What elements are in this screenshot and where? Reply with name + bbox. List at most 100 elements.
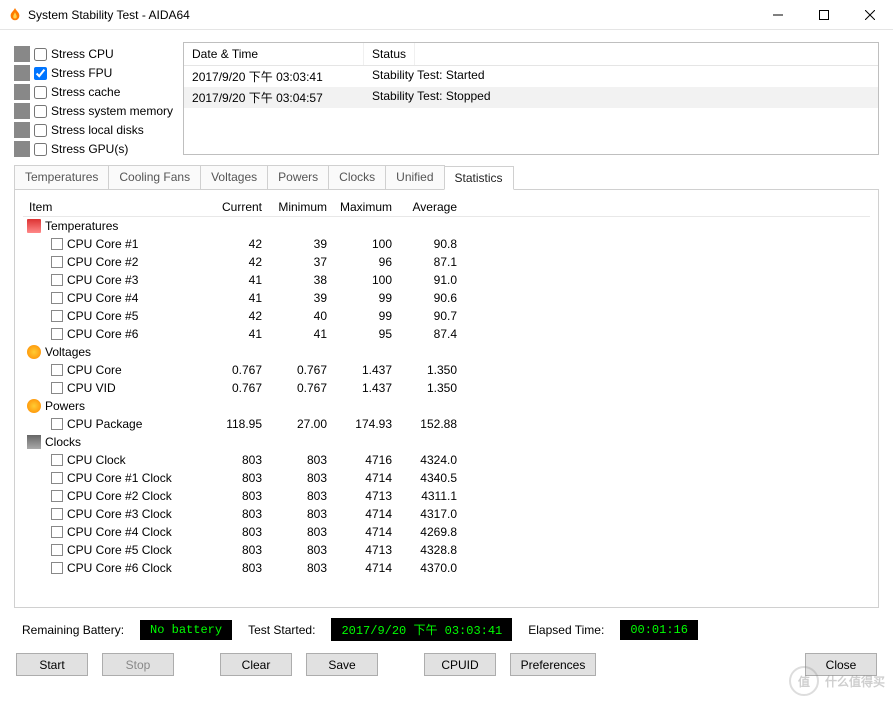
log-col-status[interactable]: Status xyxy=(364,43,415,65)
close-button[interactable] xyxy=(847,0,893,30)
row-checkbox[interactable] xyxy=(51,454,63,466)
row-checkbox[interactable] xyxy=(51,526,63,538)
stats-row[interactable]: CPU Package 118.95 27.00 174.93 152.88 xyxy=(23,415,870,433)
col-average[interactable]: Average xyxy=(398,198,463,216)
stats-row[interactable]: CPU Core #3 41 38 100 91.0 xyxy=(23,271,870,289)
stress-checkbox[interactable] xyxy=(34,124,47,137)
row-checkbox[interactable] xyxy=(51,256,63,268)
stats-row[interactable]: CPU Core #2 42 37 96 87.1 xyxy=(23,253,870,271)
tab-clocks[interactable]: Clocks xyxy=(328,165,386,189)
stats-group[interactable]: Clocks xyxy=(23,433,870,451)
row-checkbox[interactable] xyxy=(51,238,63,250)
col-maximum[interactable]: Maximum xyxy=(333,198,398,216)
tab-powers[interactable]: Powers xyxy=(267,165,329,189)
clear-button[interactable]: Clear xyxy=(220,653,292,676)
log-row[interactable]: 2017/9/20 下午 03:04:57Stability Test: Sto… xyxy=(184,87,878,108)
row-minimum: 803 xyxy=(268,451,333,469)
row-average: 4317.0 xyxy=(398,505,463,523)
stats-row[interactable]: CPU Core 0.767 0.767 1.437 1.350 xyxy=(23,361,870,379)
stress-item: Stress local disks xyxy=(14,122,173,138)
row-maximum: 99 xyxy=(333,307,398,325)
cpuid-button[interactable]: CPUID xyxy=(424,653,496,676)
maximize-button[interactable] xyxy=(801,0,847,30)
stats-row[interactable]: CPU Core #3 Clock 803 803 4714 4317.0 xyxy=(23,505,870,523)
stats-row[interactable]: CPU Core #1 Clock 803 803 4714 4340.5 xyxy=(23,469,870,487)
stress-checkbox[interactable] xyxy=(34,48,47,61)
minimize-button[interactable] xyxy=(755,0,801,30)
row-average: 87.1 xyxy=(398,253,463,271)
row-name: CPU Core #2 Clock xyxy=(67,489,172,503)
tab-unified[interactable]: Unified xyxy=(385,165,444,189)
row-checkbox[interactable] xyxy=(51,562,63,574)
preferences-button[interactable]: Preferences xyxy=(510,653,596,676)
window-title: System Stability Test - AIDA64 xyxy=(28,8,190,22)
col-minimum[interactable]: Minimum xyxy=(268,198,333,216)
row-checkbox[interactable] xyxy=(51,292,63,304)
row-checkbox[interactable] xyxy=(51,274,63,286)
row-current: 803 xyxy=(203,541,268,559)
row-current: 41 xyxy=(203,325,268,343)
row-minimum: 803 xyxy=(268,487,333,505)
stats-row[interactable]: CPU Core #4 41 39 99 90.6 xyxy=(23,289,870,307)
close-dialog-button[interactable]: Close xyxy=(805,653,877,676)
log-col-datetime[interactable]: Date & Time xyxy=(184,43,364,65)
row-checkbox[interactable] xyxy=(51,418,63,430)
tab-statistics[interactable]: Statistics xyxy=(444,166,514,190)
group-label: Powers xyxy=(45,399,85,413)
stats-scroll[interactable]: Item Current Minimum Maximum Average Tem… xyxy=(23,198,870,599)
stress-item: Stress FPU xyxy=(14,65,173,81)
stress-options: Stress CPU Stress FPU Stress cache Stres… xyxy=(14,42,173,157)
row-maximum: 174.93 xyxy=(333,415,398,433)
row-checkbox[interactable] xyxy=(51,508,63,520)
stats-group[interactable]: Temperatures xyxy=(23,217,870,235)
stats-group[interactable]: Powers xyxy=(23,397,870,415)
row-current: 41 xyxy=(203,271,268,289)
save-button[interactable]: Save xyxy=(306,653,378,676)
device-icon xyxy=(14,65,30,81)
battery-value: No battery xyxy=(140,620,232,640)
row-checkbox[interactable] xyxy=(51,544,63,556)
row-minimum: 40 xyxy=(268,307,333,325)
row-maximum: 100 xyxy=(333,271,398,289)
col-current[interactable]: Current xyxy=(203,198,268,216)
stress-checkbox[interactable] xyxy=(34,105,47,118)
stress-label: Stress cache xyxy=(51,85,120,99)
row-checkbox[interactable] xyxy=(51,472,63,484)
stress-label: Stress local disks xyxy=(51,123,144,137)
log-row[interactable]: 2017/9/20 下午 03:03:41Stability Test: Sta… xyxy=(184,66,878,87)
stress-checkbox[interactable] xyxy=(34,67,47,80)
tab-cooling-fans[interactable]: Cooling Fans xyxy=(108,165,201,189)
row-average: 87.4 xyxy=(398,325,463,343)
row-checkbox[interactable] xyxy=(51,328,63,340)
row-maximum: 1.437 xyxy=(333,379,398,397)
row-name: CPU Core #3 xyxy=(67,273,138,287)
stats-row[interactable]: CPU Core #1 42 39 100 90.8 xyxy=(23,235,870,253)
row-maximum: 4713 xyxy=(333,541,398,559)
row-checkbox[interactable] xyxy=(51,382,63,394)
device-icon xyxy=(14,103,30,119)
tab-voltages[interactable]: Voltages xyxy=(200,165,268,189)
row-checkbox[interactable] xyxy=(51,490,63,502)
stats-row[interactable]: CPU Core #4 Clock 803 803 4714 4269.8 xyxy=(23,523,870,541)
stats-row[interactable]: CPU Core #2 Clock 803 803 4713 4311.1 xyxy=(23,487,870,505)
row-checkbox[interactable] xyxy=(51,364,63,376)
start-button[interactable]: Start xyxy=(16,653,88,676)
row-name: CPU Core #3 Clock xyxy=(67,507,172,521)
row-name: CPU Core #4 Clock xyxy=(67,525,172,539)
stats-group[interactable]: Voltages xyxy=(23,343,870,361)
tab-temperatures[interactable]: Temperatures xyxy=(14,165,109,189)
stats-row[interactable]: CPU Core #5 Clock 803 803 4713 4328.8 xyxy=(23,541,870,559)
stats-row[interactable]: CPU Core #6 Clock 803 803 4714 4370.0 xyxy=(23,559,870,577)
stats-row[interactable]: CPU Clock 803 803 4716 4324.0 xyxy=(23,451,870,469)
row-minimum: 803 xyxy=(268,523,333,541)
stress-checkbox[interactable] xyxy=(34,143,47,156)
stats-row[interactable]: CPU Core #6 41 41 95 87.4 xyxy=(23,325,870,343)
stats-row[interactable]: CPU Core #5 42 40 99 90.7 xyxy=(23,307,870,325)
stats-row[interactable]: CPU VID 0.767 0.767 1.437 1.350 xyxy=(23,379,870,397)
stress-checkbox[interactable] xyxy=(34,86,47,99)
row-checkbox[interactable] xyxy=(51,310,63,322)
stop-button[interactable]: Stop xyxy=(102,653,174,676)
row-average: 91.0 xyxy=(398,271,463,289)
elapsed-value: 00:01:16 xyxy=(620,620,698,640)
col-item[interactable]: Item xyxy=(23,198,203,216)
